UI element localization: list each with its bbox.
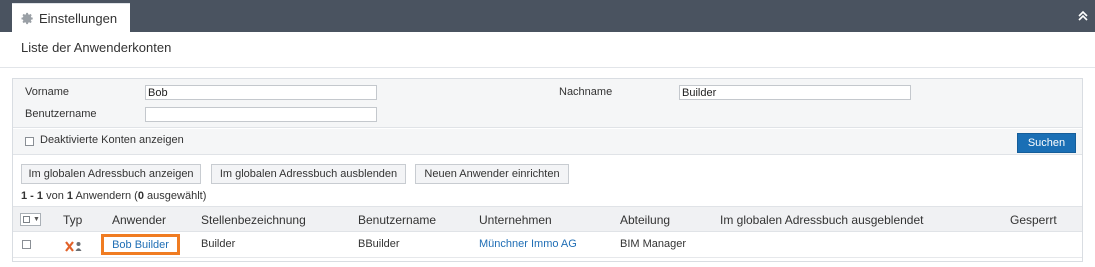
select-all-dropdown[interactable]: ▼ — [20, 213, 41, 226]
checkbox-icon — [23, 216, 30, 223]
deactivated-checkbox[interactable] — [25, 137, 34, 146]
tab-settings[interactable]: Einstellungen — [12, 3, 130, 32]
table-row: Bob Builder Builder BBuilder Münchner Im… — [13, 232, 1082, 258]
tab-label: Einstellungen — [39, 10, 118, 26]
table-header: ▼ Typ Anwender Stellenbezeichnung Benutz… — [13, 206, 1082, 232]
lastname-input[interactable] — [679, 85, 911, 100]
cell-benutzername: BBuilder — [358, 238, 400, 250]
header-gesperrt[interactable]: Gesperrt — [1010, 213, 1057, 227]
row-checkbox[interactable] — [22, 240, 31, 249]
page-header: Liste der Anwenderkonten — [0, 32, 1095, 68]
header-ausgeblendet[interactable]: Im globalen Adressbuch ausgeblendet — [720, 213, 923, 227]
hide-in-global-addressbook-button[interactable]: Im globalen Adressbuch ausblenden — [211, 164, 406, 184]
options-row: Deaktivierte Konten anzeigen — [13, 129, 1082, 155]
firstname-label: Vorname — [25, 86, 70, 98]
company-link[interactable]: Münchner Immo AG — [479, 238, 577, 250]
username-label: Benutzername — [25, 108, 97, 120]
username-input[interactable] — [145, 107, 377, 122]
header-typ[interactable]: Typ — [63, 213, 82, 227]
show-in-global-addressbook-button[interactable]: Im globalen Adressbuch anzeigen — [21, 164, 201, 184]
cell-abteilung: BIM Manager — [620, 238, 687, 250]
search-button[interactable]: Suchen — [1017, 133, 1076, 153]
header-anwender[interactable]: Anwender — [112, 213, 166, 227]
chevron-double-up-icon[interactable] — [1077, 9, 1089, 21]
firstname-input[interactable] — [145, 85, 377, 100]
lastname-label: Nachname — [559, 86, 613, 98]
result-count: 1 - 1 von 1 Anwendern (0 ausgewählt) — [21, 190, 207, 202]
user-link-bob-builder[interactable]: Bob Builder — [101, 234, 180, 255]
filter-section: Vorname Nachname Benutzername — [13, 79, 1082, 128]
user-type-icon — [65, 239, 83, 252]
cell-stellenbezeichnung: Builder — [201, 238, 236, 250]
top-bar: Einstellungen — [0, 0, 1095, 32]
header-stellenbezeichnung[interactable]: Stellenbezeichnung — [201, 213, 306, 227]
gear-icon — [21, 12, 34, 25]
header-abteilung[interactable]: Abteilung — [620, 213, 670, 227]
user-list-panel: Vorname Nachname Benutzername Deaktivier… — [12, 78, 1083, 262]
header-unternehmen[interactable]: Unternehmen — [479, 213, 552, 227]
page-title: Liste der Anwenderkonten — [21, 40, 172, 55]
new-user-button[interactable]: Neuen Anwender einrichten — [415, 164, 569, 184]
deactivated-label: Deaktivierte Konten anzeigen — [40, 134, 184, 146]
header-benutzername[interactable]: Benutzername — [358, 213, 436, 227]
caret-down-icon: ▼ — [33, 216, 40, 223]
